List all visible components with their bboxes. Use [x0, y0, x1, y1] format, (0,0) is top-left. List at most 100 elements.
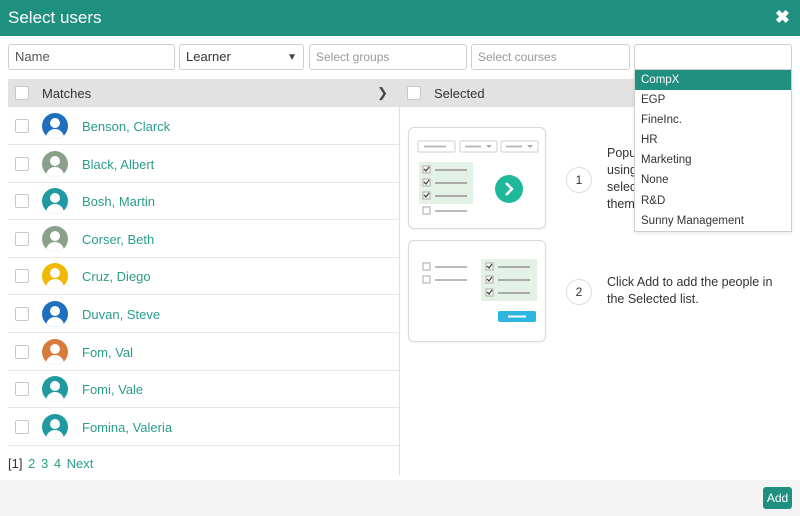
matches-header: Matches ❯: [8, 79, 400, 107]
user-name-link[interactable]: Black, Albert: [82, 157, 154, 172]
next-page-link[interactable]: Next: [67, 456, 94, 471]
table-row: Corser, Beth: [8, 220, 399, 258]
avatar-head: [50, 118, 60, 128]
dialog-titlebar: Select users ✖: [0, 0, 800, 36]
avatar-body: [46, 279, 64, 290]
step-1-line: them: [607, 197, 635, 211]
user-checkbox[interactable]: [15, 156, 29, 171]
user-checkbox[interactable]: [15, 344, 29, 359]
step-1-line: selec: [607, 180, 637, 194]
role-select[interactable]: Learner ▼: [179, 44, 304, 70]
page-link-2[interactable]: 2: [28, 456, 35, 471]
step-1-line: Popu: [607, 146, 637, 160]
close-icon[interactable]: ✖: [775, 7, 790, 28]
user-name-link[interactable]: Bosh, Martin: [82, 194, 155, 209]
company-option[interactable]: CompX: [635, 70, 791, 91]
matches-label: Matches: [42, 86, 92, 101]
avatar-body: [46, 129, 64, 139]
table-row: Duvan, Steve: [8, 295, 399, 333]
company-option[interactable]: FineInc.: [635, 110, 791, 130]
courses-placeholder: Select courses: [478, 50, 557, 64]
avatar: [42, 413, 68, 440]
step-1-line: using: [607, 163, 637, 177]
groups-select[interactable]: Select groups: [309, 44, 467, 70]
avatar-body: [46, 317, 64, 327]
name-filter-input[interactable]: Name: [8, 44, 175, 70]
select-all-matches-checkbox[interactable]: [15, 86, 29, 100]
avatar: [42, 263, 68, 290]
avatar-head: [50, 230, 60, 241]
avatar: [42, 301, 68, 327]
user-name-link[interactable]: Corser, Beth: [82, 232, 154, 247]
company-option[interactable]: HR: [635, 130, 791, 150]
avatar-body: [46, 429, 64, 440]
company-option[interactable]: R&D: [635, 191, 791, 211]
add-button[interactable]: Add: [763, 487, 792, 509]
user-checkbox[interactable]: [15, 231, 29, 246]
step-2-text: Click Add to add the people in the Selec…: [607, 274, 772, 308]
avatar-body: [46, 204, 64, 215]
avatar-head: [50, 193, 60, 204]
user-checkbox[interactable]: [15, 382, 29, 397]
avatar-head: [50, 155, 60, 166]
table-row: Fom, Val: [8, 333, 399, 371]
avatar-head: [50, 306, 60, 316]
avatar: [42, 338, 68, 365]
company-option[interactable]: EGP: [635, 90, 791, 110]
column-divider: [399, 107, 400, 475]
user-name-link[interactable]: Fomina, Valeria: [82, 420, 172, 435]
user-checkbox[interactable]: [15, 119, 29, 133]
pagination: [1] 2 3 4 Next: [8, 456, 93, 471]
company-dropdown: CompX EGP FineInc. HR Marketing None R&D Sunny …: [634, 69, 792, 232]
user-name-link[interactable]: Benson, Clarck: [82, 119, 170, 134]
avatar-head: [50, 343, 60, 354]
illustration-add: [408, 240, 546, 342]
avatar-body: [46, 241, 64, 252]
user-name-link[interactable]: Fom, Val: [82, 345, 133, 360]
user-name-link[interactable]: Fomi, Vale: [82, 382, 143, 397]
role-value: Learner: [186, 49, 231, 64]
user-checkbox[interactable]: [15, 307, 29, 321]
user-name-link[interactable]: Duvan, Steve: [82, 307, 160, 322]
chevron-right-icon[interactable]: ❯: [377, 85, 388, 101]
table-row: Bosh, Martin: [8, 182, 399, 221]
add-illustration-icon: [422, 259, 537, 322]
company-option[interactable]: Sunny Management: [635, 211, 791, 231]
name-placeholder: Name: [15, 49, 50, 64]
avatar: [42, 150, 68, 177]
avatar-head: [50, 381, 60, 392]
user-name-link[interactable]: Cruz, Diego: [82, 269, 151, 284]
page-link-4[interactable]: 4: [54, 456, 61, 471]
company-select[interactable]: [634, 44, 792, 70]
courses-select[interactable]: Select courses: [471, 44, 630, 70]
step-1-text: Popu using selec them: [607, 145, 637, 213]
step-2-number: 2: [566, 279, 592, 305]
table-row: Fomina, Valeria: [8, 408, 399, 446]
avatar-head: [50, 268, 60, 279]
user-checkbox[interactable]: [15, 194, 29, 209]
current-page: [1]: [8, 456, 23, 471]
step-2-line: the Selected list.: [607, 292, 699, 306]
avatar-head: [50, 418, 60, 429]
step-2-line: Click Add to add the people in: [607, 275, 773, 289]
select-all-selected-checkbox[interactable]: [407, 86, 421, 100]
table-row: Black, Albert: [8, 145, 399, 183]
company-option[interactable]: Marketing: [635, 150, 791, 170]
avatar: [42, 188, 68, 215]
company-option[interactable]: None: [635, 170, 791, 190]
groups-placeholder: Select groups: [316, 50, 390, 64]
step-1-number: 1: [566, 167, 592, 193]
populate-illustration-icon: [417, 140, 539, 215]
table-row: Benson, Clarck: [8, 107, 399, 145]
avatar: [42, 113, 68, 139]
avatar-body: [46, 392, 64, 403]
avatar-body: [46, 166, 64, 177]
dialog-title: Select users: [8, 8, 102, 27]
avatar: [42, 376, 68, 403]
table-row: Cruz, Diego: [8, 257, 399, 296]
page-link-3[interactable]: 3: [41, 456, 48, 471]
avatar-body: [46, 354, 64, 365]
user-checkbox[interactable]: [15, 269, 29, 284]
selected-header: Selected: [400, 79, 634, 107]
user-checkbox[interactable]: [15, 419, 29, 434]
